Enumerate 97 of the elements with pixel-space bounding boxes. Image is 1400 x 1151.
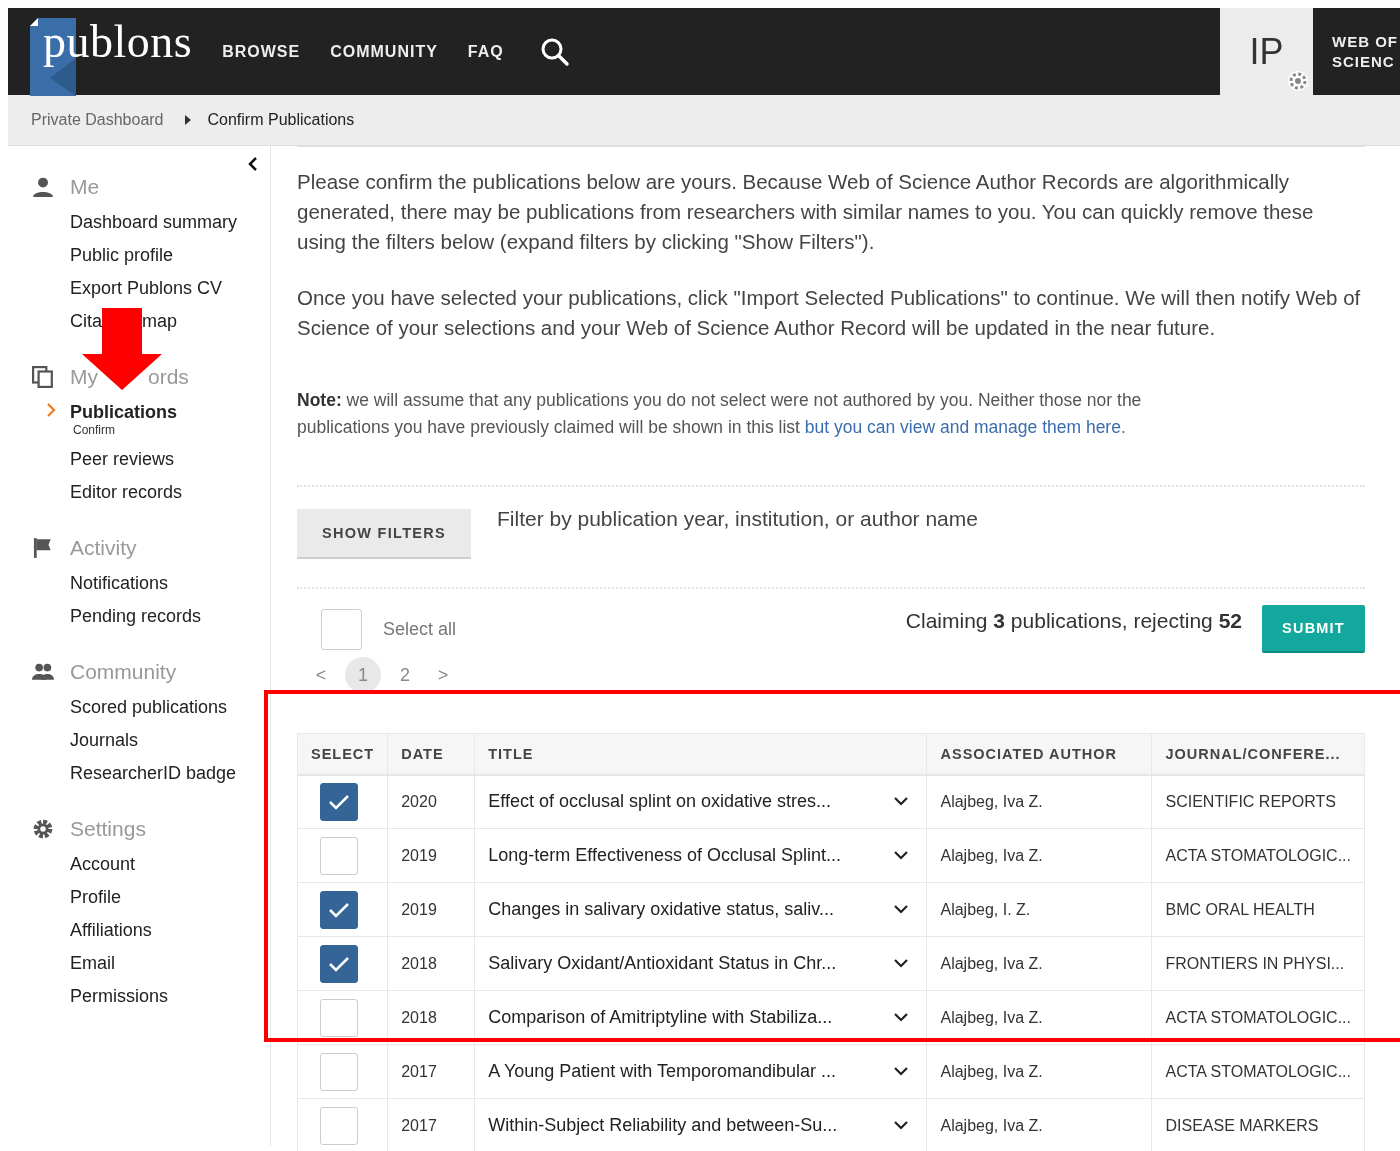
title-cell: A Young Patient with Temporomandibular ... (488, 1061, 837, 1082)
check-icon (328, 792, 350, 811)
nav-link[interactable]: COMMUNITY (330, 42, 438, 61)
sidebar-link[interactable]: Scored publications (70, 697, 228, 718)
sidebar-link[interactable]: Email (70, 953, 115, 974)
chevron-icon (46, 403, 56, 417)
date-cell: 2019 (387, 882, 475, 937)
chevron-down-icon[interactable] (894, 1012, 909, 1023)
chevron-down-icon[interactable] (894, 796, 909, 807)
sidebar-link[interactable]: Account (70, 854, 136, 875)
checkbox[interactable] (320, 944, 358, 983)
search-icon[interactable] (539, 36, 570, 67)
title-cell: Changes in salivary oxidative status, saliv... (488, 899, 835, 920)
sidebar-link[interactable]: Permissions (70, 986, 169, 1007)
note-paragraph: Note: we will assume that any publications you do not select were not authored by you. Neither those nor the publications you have previously claimed will be shown in this list but you can view and manage them here. (297, 389, 1143, 439)
avatar-tile[interactable]: IP (1220, 8, 1313, 95)
section-title: ords (148, 365, 189, 389)
section-title: Me (70, 175, 100, 199)
journal-cell: BMC ORAL HEALTH (1152, 882, 1365, 937)
section-title: Settings (70, 817, 146, 841)
sidebar-link[interactable]: Peer reviews (70, 449, 175, 470)
chevron-down-icon[interactable] (894, 1066, 909, 1077)
chevron-down-icon[interactable] (894, 1120, 909, 1131)
author-cell: Alajbeg, Iva Z. (927, 990, 1152, 1045)
author-cell: Alajbeg, Iva Z. (927, 828, 1152, 883)
column-header: SELECT (297, 733, 388, 775)
title-cell: Effect of occlusal splint on oxidative stres... (488, 791, 832, 813)
journal-cell: ACTA STOMATOLOGIC... (1152, 828, 1365, 883)
column-header: DATE (387, 733, 475, 775)
sidebar-link[interactable]: Editor records (70, 482, 183, 503)
date-cell: 2020 (387, 774, 475, 829)
date-cell: 2018 (387, 936, 475, 991)
sidebar-link[interactable]: Profile (70, 887, 122, 908)
journal-cell: ACTA STOMATOLOGIC... (1152, 1044, 1365, 1099)
chevron-down-icon[interactable] (894, 904, 909, 915)
gear-icon (32, 818, 54, 840)
intro-paragraph: Please confirm the publications below are yours. Because Web of Science Author Records are algorithmically generated, there may be publications from researchers with similar names to you. You can quickly remove these using the filters below (expand filters by clicking "Show Filters"). (297, 169, 1315, 255)
sidebar-link[interactable]: Export Publons CV (70, 278, 223, 299)
sidebar-link[interactable]: Public profile (70, 245, 174, 266)
chevron-down-icon[interactable] (894, 958, 909, 969)
sidebar-sublabel: Confirm (72, 423, 116, 437)
sidebar-link[interactable]: Notifications (70, 573, 169, 594)
column-header: JOURNAL/CONFERE... (1152, 733, 1365, 775)
sidebar-link[interactable]: Pending records (70, 606, 202, 627)
show-filters-button[interactable]: SHOW FILTERS (297, 509, 471, 559)
date-cell: 2019 (387, 828, 475, 883)
nav-link[interactable]: BROWSE (222, 42, 301, 61)
sidebar-link[interactable]: map (142, 311, 178, 332)
breadcrumb-link[interactable]: Confirm Publications (207, 111, 355, 129)
check-icon (328, 900, 350, 919)
next-page-link[interactable]: > (429, 657, 457, 693)
title-cell: Long-term Effectiveness of Occlusal Splint... (488, 845, 842, 866)
section-title: Activity (70, 536, 137, 560)
author-cell: Alajbeg, Iva Z. (927, 774, 1152, 829)
sidebar-link[interactable]: Cita (70, 311, 102, 332)
check-icon (328, 954, 350, 973)
people-icon (32, 661, 54, 683)
person-icon (32, 176, 54, 198)
web-of-science-link[interactable]: WEB OF SCIENC (1313, 31, 1400, 72)
sidebar-link[interactable]: Publications (70, 402, 177, 423)
chevron-down-icon[interactable] (894, 850, 909, 861)
column-header: TITLE (474, 733, 927, 775)
intro-paragraph: Once you have selected your publications, click "Import Selected Publications" to continue. We will then notify Web of Science of your selections and your Web of Science Author Record will be updated in the near future. (297, 285, 1362, 341)
section-title: My (70, 365, 98, 389)
manage-link[interactable]: but you can view and manage them here. (804, 417, 1126, 437)
column-header: ASSOCIATED AUTHOR (927, 733, 1152, 775)
author-cell: Alajbeg, I. Z. (927, 882, 1152, 937)
filter-hint: Filter by publication year, institution, or author name (497, 507, 978, 531)
select-all-label: Select all (383, 618, 457, 640)
section-title: Community (70, 660, 177, 684)
sidebar-link[interactable]: Affiliations (70, 920, 152, 941)
caret-icon (183, 114, 192, 126)
avatar-initials: IP (1249, 30, 1284, 73)
author-cell: Alajbeg, Iva Z. (927, 1044, 1152, 1099)
sidebar-link[interactable]: Dashboard summary (70, 212, 238, 233)
checkbox[interactable] (320, 890, 358, 929)
journal-cell: SCIENTIFIC REPORTS (1152, 774, 1365, 829)
copy-icon (32, 366, 54, 388)
nav-link[interactable]: FAQ (467, 42, 504, 61)
author-cell: Alajbeg, Iva Z. (927, 936, 1152, 991)
journal-cell: ACTA STOMATOLOGIC... (1152, 990, 1365, 1045)
date-cell: 2018 (387, 990, 475, 1045)
sidebar-link[interactable]: Journals (70, 730, 139, 751)
claim-summary: Claiming 3 publications, rejecting 52 (905, 609, 1242, 633)
date-cell: 2017 (387, 1044, 475, 1099)
journal-cell: FRONTIERS IN PHYSI... (1152, 936, 1365, 991)
sidebar-link[interactable]: ResearcherID badge (70, 763, 237, 784)
previous-page-link[interactable]: < (307, 657, 335, 693)
page-link[interactable]: 2 (391, 657, 419, 693)
title-cell: Within-Subject Reliability and between-Su... (488, 1115, 838, 1136)
gear-icon (1287, 70, 1309, 92)
collapse-icon[interactable] (246, 156, 260, 172)
title-cell: Salivary Oxidant/Antioxidant Status in Chr... (488, 953, 837, 974)
title-cell: Comparison of Amitriptyline with Stabiliza... (488, 1007, 833, 1028)
checkbox[interactable] (320, 782, 358, 821)
breadcrumb-link[interactable]: Private Dashboard (31, 111, 164, 129)
flag-icon (32, 537, 54, 559)
